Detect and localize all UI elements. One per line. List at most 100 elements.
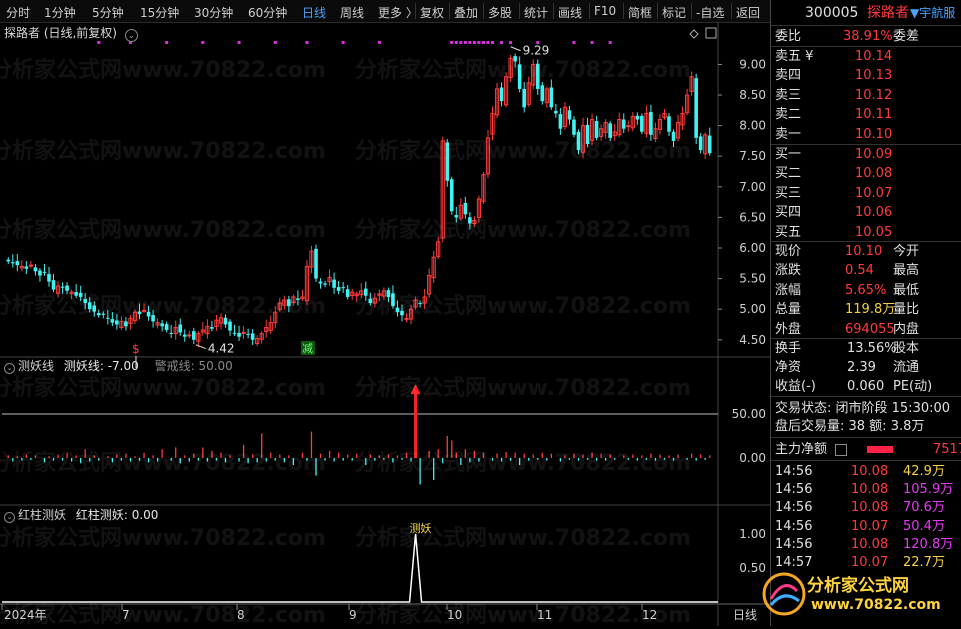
stock-chart[interactable]: 9.00 8.50 8.00 7.50 7.00 6.50 6.00 5.50 5.00 4.50…	[0, 22, 770, 626]
stat2-label2: 股本	[893, 341, 920, 356]
x-tick-label: 10	[447, 608, 462, 622]
candle-body	[336, 287, 341, 291]
period-tab-0[interactable]: 分时	[6, 4, 30, 21]
candle-body	[314, 248, 318, 279]
bid-price: 10.08	[855, 166, 893, 182]
stat-label2: 量比	[893, 302, 920, 318]
candle-body	[318, 281, 323, 284]
main-flow-label: 主力净额	[775, 442, 828, 457]
ask-row: 卖五 ¥ 10.14	[775, 48, 961, 66]
bid-label: 买三	[775, 185, 802, 201]
candle-body	[400, 310, 404, 316]
candle-body	[137, 311, 142, 315]
tool-button-8[interactable]: -自选	[696, 4, 724, 21]
signal-dot	[341, 41, 345, 44]
settings-icon[interactable]: ⌄	[124, 29, 138, 42]
tool-button-1[interactable]: 叠加	[454, 4, 478, 21]
period-tab-1[interactable]: 1分钟	[44, 4, 76, 21]
period-tab-8[interactable]: 更多 〉	[378, 4, 418, 21]
stat2-label: 收益(-)	[775, 379, 816, 394]
logo-icon	[762, 572, 806, 616]
tick-volume: 50.4万	[903, 518, 945, 534]
candle-body	[667, 116, 671, 132]
price-tick-label: 6.00	[739, 241, 766, 255]
candle-body	[608, 123, 612, 138]
candle-body	[287, 299, 291, 307]
quote-header: 300005 探路者 ▼宇航服	[775, 4, 961, 22]
candle-body	[124, 321, 128, 327]
stat-value: 0.54	[845, 263, 874, 279]
indicator2-settings-icon[interactable]: ⌄	[4, 512, 15, 523]
candle-body	[572, 119, 576, 135]
signal-dot	[165, 41, 169, 44]
stat-label2: 最高	[893, 263, 920, 279]
concept-nav-link[interactable]: ▼宇航服	[910, 4, 955, 22]
indicator2-title: ⌄ 红柱测妖 红柱测妖: 0.00	[4, 506, 158, 523]
ask-row: 卖二 10.11	[775, 106, 961, 124]
ask-label: 卖四	[775, 68, 802, 84]
signal-dot	[463, 41, 467, 44]
candle-body	[341, 287, 345, 289]
period-tab-7[interactable]: 周线	[340, 4, 364, 21]
candle-body	[296, 298, 300, 300]
stat-value: 694055	[845, 321, 895, 337]
tool-button-2[interactable]: 多股	[488, 4, 512, 21]
stat-row: 涨跌 0.54 最高	[775, 262, 961, 280]
ask-label: 卖二	[775, 107, 802, 123]
price-tick-label: 9.00	[739, 57, 766, 71]
after-hours: 盘后交易量: 38 额: 3.8万	[775, 419, 925, 434]
signal-dot	[590, 41, 594, 44]
x-tick-label: 7	[122, 608, 130, 622]
tick-time: 14:56	[775, 518, 813, 534]
tool-button-0[interactable]: 复权	[420, 4, 444, 21]
stat-label2: 今开	[893, 244, 920, 259]
tool-button-7[interactable]: 标记	[662, 4, 686, 21]
tick-time: 14:56	[775, 500, 813, 516]
tool-button-9[interactable]: 返回	[736, 4, 760, 21]
candle-body	[368, 298, 373, 304]
candle-body	[192, 331, 196, 340]
period-tab-6[interactable]: 日线	[302, 4, 326, 21]
candle-body	[522, 88, 526, 108]
stat-row: 总量 119.8万 量比	[775, 301, 961, 319]
candle-body	[549, 87, 554, 108]
candle-body	[468, 217, 472, 224]
tool-button-3[interactable]: 统计	[524, 4, 548, 21]
candle-body	[51, 280, 56, 290]
tool-button-5[interactable]: F10	[594, 4, 616, 18]
candle-body	[169, 332, 173, 334]
candle-body	[33, 267, 38, 272]
indicator1-line-label: 测妖线: -7.00	[63, 359, 139, 373]
candle-body	[15, 261, 20, 266]
stat2-label2: PE(动)	[893, 379, 933, 394]
signal-dot	[500, 41, 504, 44]
bid-row: 买一 10.09	[775, 146, 961, 164]
weibi-value: 38.91%	[843, 29, 893, 44]
signal-dot	[477, 41, 481, 44]
period-tab-5[interactable]: 60分钟	[248, 4, 287, 21]
candle-body	[182, 334, 187, 337]
bid-price: 10.07	[855, 185, 893, 201]
indicator1-settings-icon[interactable]: ⌄	[4, 363, 15, 374]
ask-price: 10.10	[855, 126, 893, 142]
candle-body	[576, 131, 581, 151]
ind2-line	[2, 533, 718, 603]
tool-button-6[interactable]: 简框	[628, 4, 652, 21]
ask-row: 卖四 10.13	[775, 67, 961, 85]
main-flow-row[interactable]: 主力净额 7517	[775, 441, 961, 459]
indicator1-warn-label: 警戒线: 50.00	[154, 359, 233, 373]
stat2-row: 收益(-) 0.060 PE(动)	[775, 378, 961, 396]
reduce-marker: 减	[302, 342, 313, 355]
period-tab-4[interactable]: 30分钟	[194, 4, 233, 21]
tool-button-4[interactable]: 画线	[558, 4, 582, 21]
candle-body	[87, 302, 92, 310]
stat-label: 涨跌	[775, 263, 802, 279]
bid-row: 买四 10.06	[775, 204, 961, 222]
period-tab-2[interactable]: 5分钟	[92, 4, 124, 21]
candle-body	[141, 309, 147, 312]
candle-body	[386, 290, 391, 297]
stock-code: 300005	[805, 5, 859, 21]
weibi-row: 委比 38.91% 委差	[775, 28, 961, 46]
price-tick-label: 7.00	[739, 180, 766, 194]
period-tab-3[interactable]: 15分钟	[140, 4, 179, 21]
